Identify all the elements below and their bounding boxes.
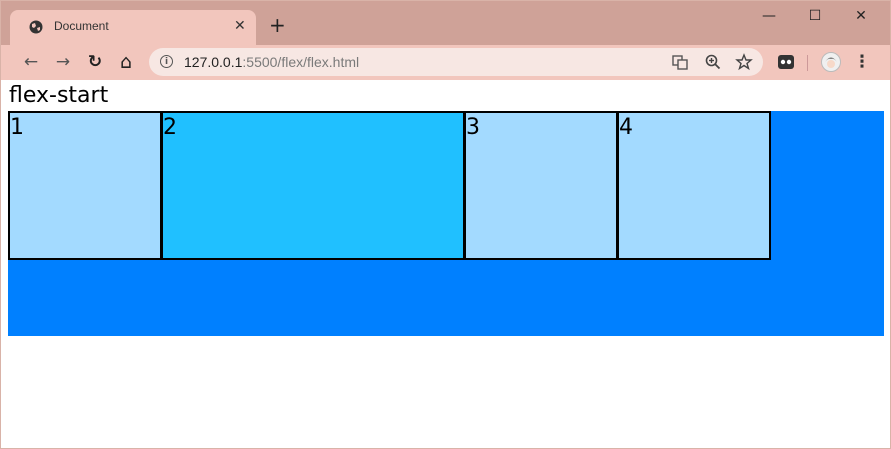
flex-item-label: 2 — [163, 115, 177, 140]
home-button[interactable]: ⌂ — [116, 52, 136, 72]
flex-item-2: 2 — [161, 111, 465, 260]
reload-button[interactable]: ↻ — [85, 52, 105, 72]
maximize-button[interactable]: ☐ — [792, 7, 838, 27]
globe-icon — [29, 20, 43, 34]
address-bar[interactable]: i 127.0.0.1:5500/flex/flex.html — [149, 48, 763, 76]
url-text: 127.0.0.1:5500/flex/flex.html — [184, 54, 360, 70]
tab-document[interactable]: Document ✕ — [10, 10, 256, 45]
toolbar-divider — [807, 55, 808, 71]
flex-item-label: 4 — [619, 115, 633, 140]
minimize-button[interactable]: — — [746, 7, 792, 27]
info-icon[interactable]: i — [160, 55, 173, 68]
forward-button[interactable]: → — [53, 52, 73, 72]
extension-icon[interactable] — [777, 53, 795, 71]
flex-item-3: 3 — [464, 111, 618, 260]
page-viewport: flex-start 1 2 3 4 — [1, 80, 890, 448]
tab-title: Document — [54, 19, 109, 33]
flex-item-4: 4 — [617, 111, 771, 260]
title-bar: Document ✕ + — ☐ ✕ — [1, 1, 890, 45]
page-heading: flex-start — [9, 83, 109, 108]
browser-window: Document ✕ + — ☐ ✕ ← → ↻ ⌂ i 127.0.0.1:5… — [0, 0, 891, 449]
profile-avatar-icon[interactable] — [821, 52, 841, 72]
flex-item-label: 3 — [466, 115, 480, 140]
flex-item-1: 1 — [8, 111, 162, 260]
close-window-button[interactable]: ✕ — [838, 7, 884, 27]
back-button[interactable]: ← — [21, 52, 41, 72]
browser-toolbar: ← → ↻ ⌂ i 127.0.0.1:5500/flex/flex.html — [1, 45, 890, 80]
flex-item-label: 1 — [10, 115, 24, 140]
flex-container: 1 2 3 4 — [8, 111, 884, 336]
zoom-icon[interactable] — [704, 53, 722, 71]
star-icon[interactable] — [735, 53, 753, 71]
menu-icon[interactable]: ⋮ — [852, 52, 872, 72]
new-tab-button[interactable]: + — [269, 15, 286, 35]
translate-icon[interactable] — [671, 53, 689, 71]
tab-close-icon[interactable]: ✕ — [234, 18, 246, 34]
